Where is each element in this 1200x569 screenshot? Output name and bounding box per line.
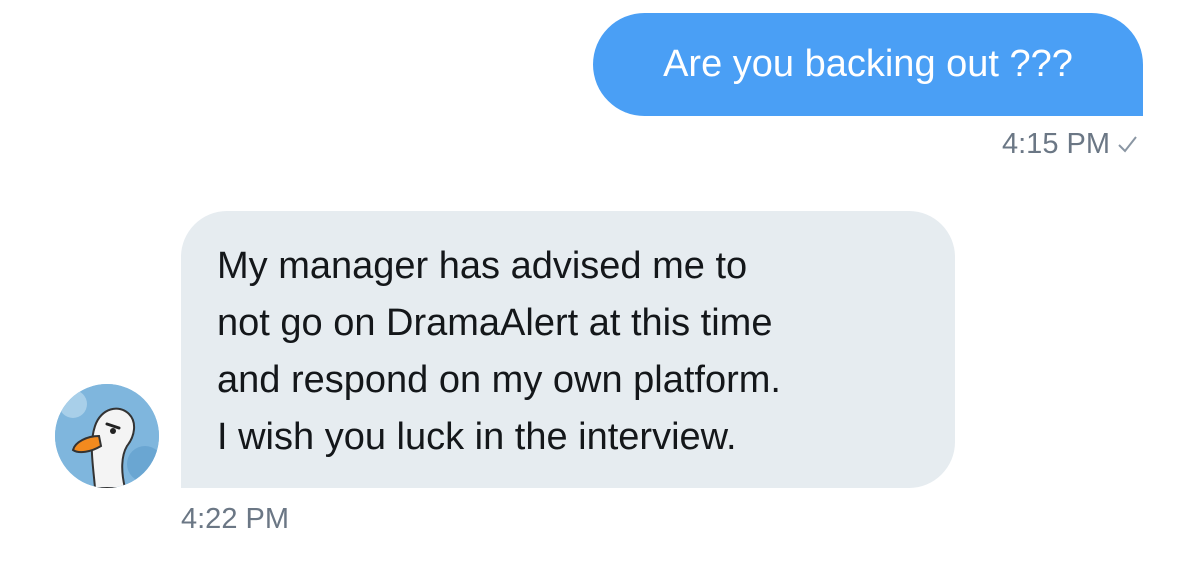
check-icon [1116, 133, 1138, 155]
goose-avatar[interactable] [55, 384, 159, 488]
sent-message-timestamp: 4:15 PM [1002, 128, 1138, 161]
sent-message-text: Are you backing out ??? [663, 43, 1073, 85]
conversation-thread: Are you backing out ??? 4:15 PM My manag… [0, 0, 1200, 569]
received-message-line: not go on DramaAlert at this time [217, 302, 773, 344]
received-message-line: and respond on my own platform. [217, 359, 781, 401]
sent-message-bubble[interactable]: Are you backing out ??? [593, 13, 1143, 116]
received-message-timestamp: 4:22 PM [181, 503, 289, 535]
received-message-line: My manager has advised me to [217, 245, 748, 287]
received-message-bubble[interactable]: My manager has advised me to not go on D… [181, 211, 955, 488]
sent-message-time: 4:15 PM [1002, 128, 1110, 160]
received-message-line: I wish you luck in the interview. [217, 416, 737, 458]
